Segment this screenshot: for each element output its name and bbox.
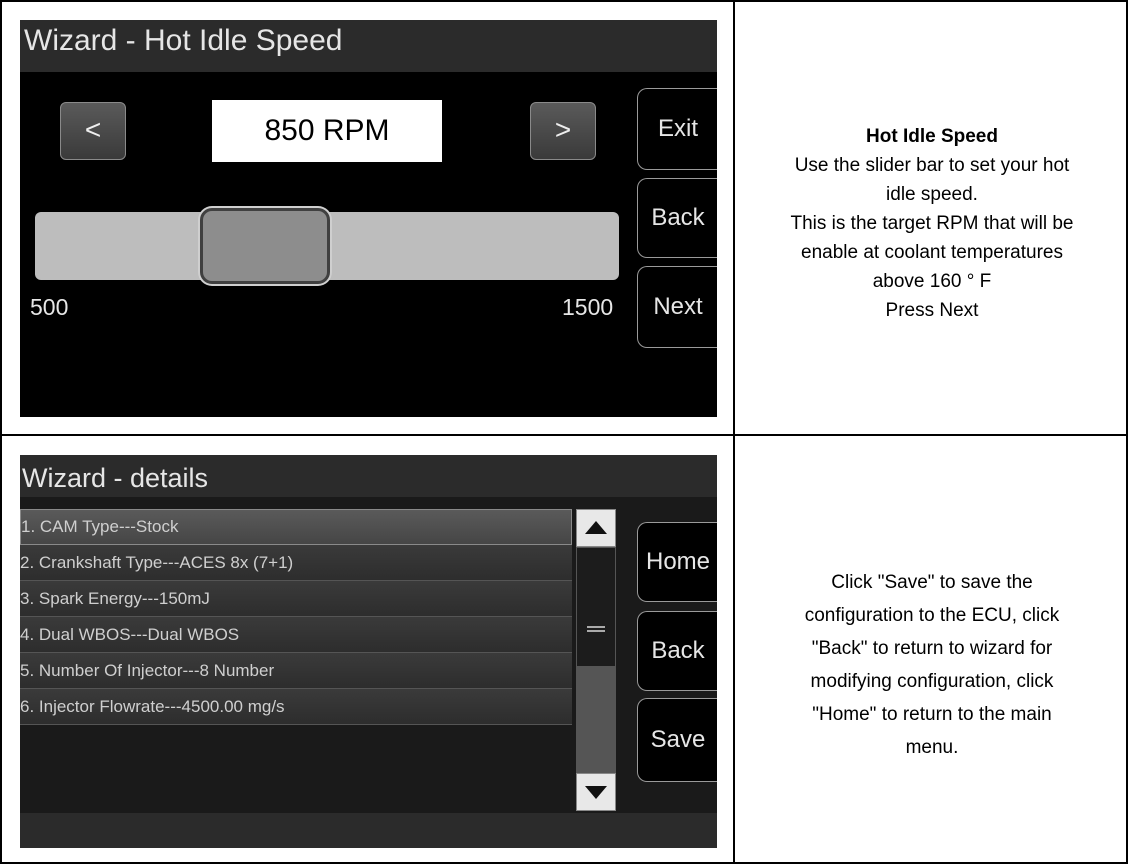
scroll-track[interactable] — [576, 667, 616, 773]
list-item[interactable]: 5. Number Of Injector---8 Number — [20, 653, 572, 689]
instruction-line: "Home" to return to the main — [812, 704, 1052, 725]
scroll-down-button[interactable] — [576, 773, 616, 811]
hot-idle-speed-description: Hot Idle Speed Use the slider bar to set… — [742, 122, 1122, 325]
table-border-divider — [733, 0, 735, 864]
instruction-line: menu. — [905, 737, 959, 758]
title-bar: Wizard - Hot Idle Speed — [20, 20, 717, 72]
description-heading: Hot Idle Speed — [866, 126, 998, 147]
list-scrollbar[interactable] — [576, 509, 616, 811]
description-line: above 160 ° F — [872, 271, 992, 292]
table-border-middle — [0, 434, 1128, 436]
description-line: This is the target RPM that will be — [790, 213, 1074, 234]
list-item[interactable]: 4. Dual WBOS---Dual WBOS — [20, 617, 572, 653]
decrement-button[interactable]: < — [60, 102, 126, 160]
description-line: idle speed. — [886, 184, 978, 205]
save-instructions: Click "Save" to save the configuration t… — [742, 566, 1122, 764]
instruction-line: modifying configuration, click — [810, 671, 1054, 692]
wizard-details-screen: Wizard - details 1. CAM Type---Stock 2. … — [20, 455, 717, 848]
back-button[interactable]: Back — [637, 178, 717, 258]
hot-idle-speed-screen: Wizard - Hot Idle Speed < 850 RPM > Exit… — [20, 20, 717, 417]
list-item[interactable]: 1. CAM Type---Stock — [20, 509, 572, 545]
triangle-up-icon — [585, 521, 607, 534]
back-button[interactable]: Back — [637, 611, 717, 691]
table-border-left — [0, 0, 2, 864]
screen-title: Wizard - Hot Idle Speed — [24, 24, 343, 57]
instruction-line: configuration to the ECU, click — [804, 605, 1060, 626]
slider-min-label: 500 — [30, 294, 69, 320]
scroll-thumb[interactable] — [576, 547, 616, 667]
instruction-line: "Back" to return to wizard for — [811, 638, 1053, 659]
exit-button[interactable]: Exit — [637, 88, 717, 170]
increment-button[interactable]: > — [530, 102, 596, 160]
next-button[interactable]: Next — [637, 266, 717, 348]
title-bar: Wizard - details — [20, 455, 717, 497]
slider-max-label: 1500 — [562, 294, 614, 320]
triangle-down-icon — [585, 786, 607, 799]
idle-speed-slider-thumb[interactable] — [199, 208, 330, 284]
list-item[interactable]: 3. Spark Energy---150mJ — [20, 581, 572, 617]
list-item[interactable]: 2. Crankshaft Type---ACES 8x (7+1) — [20, 545, 572, 581]
configuration-list: 1. CAM Type---Stock 2. Crankshaft Type--… — [20, 509, 572, 725]
scroll-up-button[interactable] — [576, 509, 616, 547]
rpm-display: 850 RPM — [212, 100, 442, 162]
instruction-line: Click "Save" to save the — [831, 572, 1033, 593]
grip-icon — [587, 626, 605, 632]
home-button[interactable]: Home — [637, 522, 717, 602]
table-border-top — [0, 0, 1128, 2]
screen-title: Wizard - details — [22, 463, 209, 493]
description-line: Press Next — [885, 300, 979, 321]
save-button[interactable]: Save — [637, 698, 717, 782]
description-line: enable at coolant temperatures — [801, 242, 1063, 263]
list-item[interactable]: 6. Injector Flowrate---4500.00 mg/s — [20, 689, 572, 725]
idle-speed-slider-track[interactable] — [35, 208, 619, 284]
status-bar — [20, 813, 717, 848]
description-line: Use the slider bar to set your hot — [794, 155, 1070, 176]
